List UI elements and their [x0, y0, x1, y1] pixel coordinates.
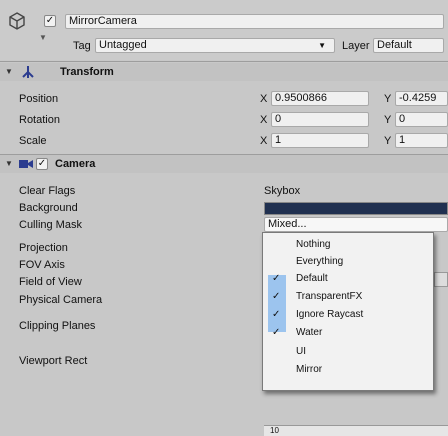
check-icon: ✓: [272, 327, 281, 338]
camera-title: Camera: [55, 158, 96, 170]
field-of-view-label: Field of View: [19, 276, 82, 288]
check-icon: ✓: [272, 291, 281, 302]
background-color-swatch[interactable]: [264, 202, 448, 215]
dropdown-item-everything[interactable]: Everything: [296, 256, 343, 267]
physical-camera-label: Physical Camera: [19, 294, 103, 306]
active-checkbox[interactable]: ✓: [44, 15, 56, 27]
dropdown-item-nothing[interactable]: Nothing: [296, 239, 330, 250]
clear-flags-value[interactable]: Skybox: [264, 185, 300, 197]
rotation-y-axis[interactable]: Y: [384, 114, 391, 126]
scale-y-field[interactable]: 1: [395, 133, 448, 148]
dropdown-item-ui[interactable]: UI: [296, 346, 306, 357]
culling-mask-popup[interactable]: Nothing Everything ✓ Default ✓ Transpare…: [262, 232, 434, 391]
layer-dropdown[interactable]: Default: [373, 38, 444, 53]
footer-partial-value: 10: [270, 426, 279, 435]
transform-title: Transform: [60, 66, 114, 78]
scale-label: Scale: [19, 135, 47, 147]
transform-foldout-arrow[interactable]: ▼: [5, 67, 13, 76]
clipping-planes-label: Clipping Planes: [19, 320, 96, 332]
rotation-y-field[interactable]: 0: [395, 112, 448, 127]
projection-label: Projection: [19, 242, 68, 254]
viewport-rect-label: Viewport Rect: [19, 355, 88, 367]
position-y-axis[interactable]: Y: [384, 93, 391, 105]
scale-x-axis[interactable]: X: [260, 135, 267, 147]
check-icon: ✓: [272, 273, 281, 284]
position-x-axis[interactable]: X: [260, 93, 267, 105]
cube-icon: [7, 11, 27, 31]
rotation-x-field[interactable]: 0: [271, 112, 369, 127]
static-dropdown-arrow[interactable]: ▼: [39, 33, 47, 42]
dropdown-item-mirror[interactable]: Mirror: [296, 364, 322, 375]
rotation-label: Rotation: [19, 114, 60, 126]
culling-mask-label: Culling Mask: [19, 219, 82, 231]
dropdown-item-default[interactable]: Default: [296, 273, 328, 284]
layer-label: Layer: [342, 40, 370, 52]
rotation-x-axis[interactable]: X: [260, 114, 267, 126]
scale-x-field[interactable]: 1: [271, 133, 369, 148]
check-icon: ✓: [272, 309, 281, 320]
tag-dropdown-arrow: ▼: [318, 41, 326, 50]
camera-enabled-checkbox[interactable]: ✓: [36, 158, 48, 170]
culling-mask-dropdown[interactable]: Mixed...: [264, 217, 448, 232]
tag-label: Tag: [73, 40, 91, 52]
position-x-field[interactable]: 0.9500866: [271, 91, 369, 106]
dropdown-item-transparentfx[interactable]: TransparentFX: [296, 291, 362, 302]
separator: [0, 61, 448, 62]
object-name-field[interactable]: MirrorCamera: [65, 14, 444, 29]
dropdown-item-ignore-raycast[interactable]: Ignore Raycast: [296, 309, 363, 320]
camera-foldout-arrow[interactable]: ▼: [5, 159, 13, 168]
tag-dropdown[interactable]: Untagged ▼: [95, 38, 335, 53]
scale-y-axis[interactable]: Y: [384, 135, 391, 147]
background-label: Background: [19, 202, 78, 214]
clear-flags-label: Clear Flags: [19, 185, 76, 197]
tag-value: Untagged: [99, 39, 147, 51]
dropdown-item-water[interactable]: Water: [296, 327, 322, 338]
hidden-field-edge: [434, 272, 448, 287]
footer-partial-field: [264, 425, 448, 436]
camera-icon: [19, 159, 33, 169]
fov-axis-label: FOV Axis: [19, 259, 65, 271]
transform-icon: [21, 65, 35, 79]
position-label: Position: [19, 93, 59, 105]
position-y-field[interactable]: -0.4259: [395, 91, 448, 106]
